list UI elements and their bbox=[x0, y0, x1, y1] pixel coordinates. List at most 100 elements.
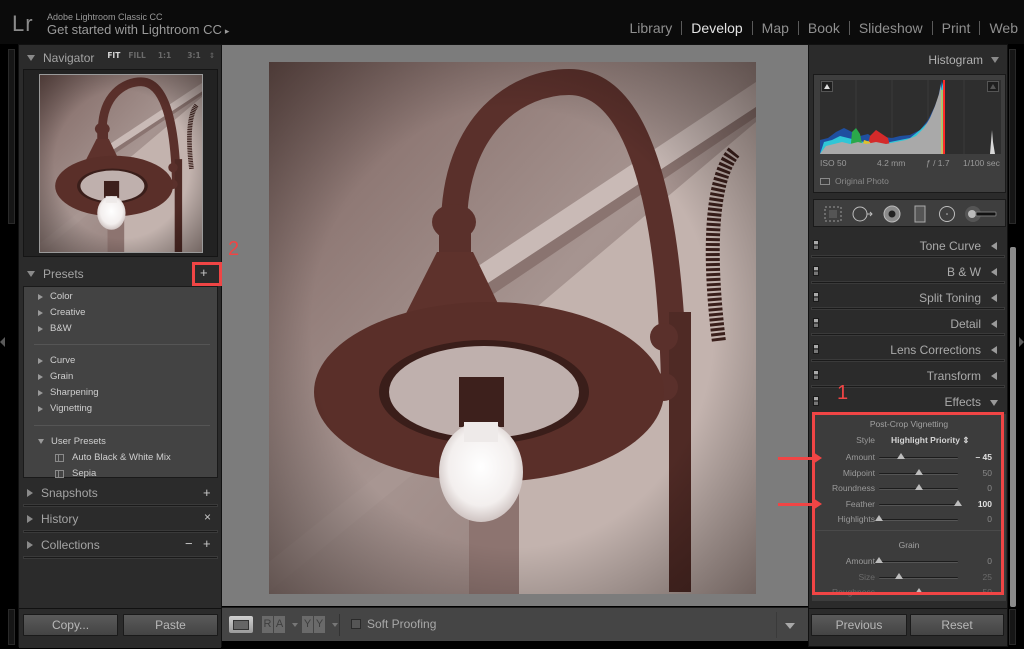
panel-toggle-switch[interactable] bbox=[813, 344, 819, 354]
left-panel-scroll-grip-bottom[interactable] bbox=[8, 609, 15, 645]
before-after-right-icon: A bbox=[274, 616, 285, 633]
spot-removal-icon[interactable] bbox=[851, 205, 875, 223]
collapse-triangle-icon bbox=[27, 55, 35, 61]
before-after-left-icon: R bbox=[262, 616, 273, 633]
clear-history-button[interactable]: × bbox=[204, 510, 211, 524]
add-snapshot-button[interactable]: + bbox=[203, 485, 211, 500]
preset-auto-bw-mix[interactable]: Auto Black & White Mix bbox=[24, 452, 171, 463]
navigator-preview[interactable] bbox=[23, 69, 218, 257]
preset-folder-curve[interactable]: Curve bbox=[38, 355, 75, 366]
expand-triangle-icon bbox=[38, 389, 43, 396]
panel-toggle-switch[interactable] bbox=[813, 266, 819, 276]
zoom-1-1[interactable]: 1:1 bbox=[158, 51, 171, 60]
exif-shutter: 1/100 sec bbox=[963, 158, 1000, 168]
right-panel-scroll-grip-bottom[interactable] bbox=[1009, 609, 1016, 645]
zoom-3-1[interactable]: 3:1 bbox=[187, 51, 200, 60]
panel-toggle-switch[interactable] bbox=[813, 318, 819, 328]
navigator-thumbnail[interactable] bbox=[39, 74, 203, 253]
lightroom-logo: Lr bbox=[12, 11, 34, 36]
section-bw[interactable]: B & W bbox=[809, 260, 1007, 284]
preset-folder-creative[interactable]: Creative bbox=[38, 307, 85, 318]
crop-overlay-icon[interactable] bbox=[823, 205, 843, 223]
preset-folder-vignetting[interactable]: Vignetting bbox=[38, 403, 92, 414]
right-panel-scrollbar[interactable] bbox=[1010, 247, 1016, 607]
presets-header[interactable]: Presets bbox=[19, 263, 221, 285]
before-after-dropdown-icon[interactable] bbox=[292, 623, 298, 627]
panel-divider bbox=[23, 530, 218, 533]
previous-button[interactable]: Previous bbox=[811, 614, 907, 636]
highlight-clipping-toggle[interactable] bbox=[987, 81, 999, 92]
preset-folder-label: B&W bbox=[50, 323, 72, 334]
radial-filter-icon[interactable] bbox=[937, 205, 957, 223]
histogram-panel: ISO 50 4.2 mm ƒ / 1.7 1/100 sec Original… bbox=[813, 74, 1006, 193]
section-detail[interactable]: Detail bbox=[809, 312, 1007, 336]
play-arrow-icon: ▸ bbox=[224, 26, 230, 36]
panel-toggle-switch[interactable] bbox=[813, 370, 819, 380]
section-split-toning[interactable]: Split Toning bbox=[809, 286, 1007, 310]
module-slideshow[interactable]: Slideshow bbox=[850, 20, 932, 36]
panel-divider bbox=[811, 359, 1005, 362]
zoom-menu-icon[interactable]: ⇕ bbox=[209, 51, 215, 60]
toolbar-menu-icon[interactable] bbox=[785, 623, 795, 629]
panel-toggle-switch[interactable] bbox=[813, 240, 819, 250]
preset-sepia[interactable]: Sepia bbox=[24, 468, 96, 479]
collections-title: Collections bbox=[41, 538, 100, 552]
paste-settings-button[interactable]: Paste bbox=[123, 614, 218, 636]
copy-settings-before-after-button[interactable]: Y Y bbox=[302, 616, 325, 633]
preset-folder-label: User Presets bbox=[51, 436, 106, 447]
module-web[interactable]: Web bbox=[980, 20, 1018, 36]
original-photo-toggle[interactable]: Original Photo bbox=[820, 176, 889, 186]
original-photo-checkbox bbox=[820, 177, 830, 185]
expand-arrow-icon bbox=[991, 268, 997, 276]
section-lens-corrections[interactable]: Lens Corrections bbox=[809, 338, 1007, 362]
shadow-clipping-toggle[interactable] bbox=[821, 81, 833, 92]
copy-settings-button[interactable]: Copy... bbox=[23, 614, 118, 636]
yy-dropdown-icon[interactable] bbox=[332, 623, 338, 627]
preset-folder-grain[interactable]: Grain bbox=[38, 371, 73, 382]
expand-triangle-icon bbox=[38, 357, 43, 364]
left-panel-scroll-grip[interactable] bbox=[8, 49, 15, 224]
identity-plate-text: Get started with Lightroom CC bbox=[47, 22, 222, 37]
histogram-header[interactable]: Histogram bbox=[928, 53, 999, 67]
remove-collection-button[interactable]: − bbox=[185, 536, 193, 551]
history-header[interactable]: History bbox=[19, 508, 221, 530]
collapse-left-panel-icon[interactable] bbox=[0, 337, 5, 347]
before-after-button[interactable]: R A bbox=[262, 616, 285, 633]
histogram-graph[interactable] bbox=[820, 80, 1001, 154]
module-print[interactable]: Print bbox=[933, 20, 980, 36]
red-eye-correction-icon[interactable] bbox=[882, 205, 902, 223]
zoom-fill[interactable]: FILL bbox=[128, 51, 145, 60]
add-collection-button[interactable]: + bbox=[203, 536, 211, 551]
navigator-title: Navigator bbox=[43, 51, 95, 65]
expand-arrow-icon bbox=[991, 346, 997, 354]
zoom-fit[interactable]: FIT bbox=[107, 51, 120, 60]
panel-toggle-switch[interactable] bbox=[813, 292, 819, 302]
preset-folder-color[interactable]: Color bbox=[38, 291, 73, 302]
module-develop[interactable]: Develop bbox=[682, 20, 751, 36]
module-book[interactable]: Book bbox=[799, 20, 849, 36]
expand-triangle-icon bbox=[38, 373, 43, 380]
main-photo[interactable] bbox=[269, 62, 756, 594]
reset-button[interactable]: Reset bbox=[910, 614, 1004, 636]
panel-divider bbox=[811, 333, 1005, 336]
preset-folder-sharpening[interactable]: Sharpening bbox=[38, 387, 99, 398]
soft-proofing-checkbox[interactable] bbox=[351, 619, 361, 629]
right-panel-scroll-grip[interactable] bbox=[1009, 49, 1016, 224]
presets-divider bbox=[34, 425, 210, 426]
adjustment-brush-icon[interactable] bbox=[964, 205, 1000, 223]
module-map[interactable]: Map bbox=[753, 20, 798, 36]
section-tone-curve[interactable]: Tone Curve bbox=[809, 234, 1007, 258]
loupe-view-button[interactable] bbox=[229, 616, 253, 633]
panel-toggle-switch[interactable] bbox=[813, 396, 819, 406]
preset-folder-bw[interactable]: B&W bbox=[38, 323, 72, 334]
graduated-filter-icon[interactable] bbox=[912, 205, 928, 223]
identity-plate[interactable]: Get started with Lightroom CC ▸ bbox=[47, 22, 229, 37]
preset-file-icon bbox=[55, 453, 64, 462]
module-library[interactable]: Library bbox=[621, 20, 682, 36]
snapshots-title: Snapshots bbox=[41, 486, 98, 500]
preset-folder-user-presets[interactable]: User Presets bbox=[38, 436, 106, 447]
toolbar-separator bbox=[339, 614, 340, 636]
presets-list: Color Creative B&W Curve Grain Sharpenin… bbox=[23, 286, 218, 479]
collapse-right-panel-icon[interactable] bbox=[1019, 337, 1024, 347]
snapshots-header[interactable]: Snapshots bbox=[19, 482, 221, 504]
